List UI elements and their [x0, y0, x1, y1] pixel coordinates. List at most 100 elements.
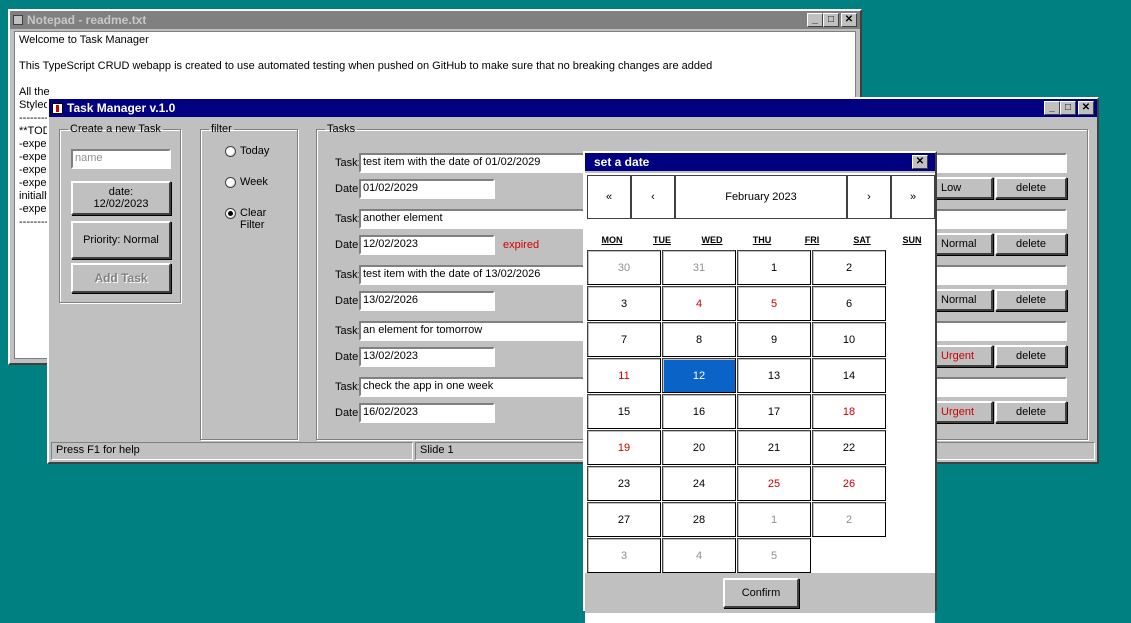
calendar-day[interactable]: 11	[587, 358, 661, 393]
prev-month-button[interactable]: ‹	[631, 175, 675, 219]
status-bar: Press F1 for help Slide 1	[51, 442, 1095, 460]
chevron-left-icon: ‹	[651, 191, 655, 203]
weekday-header: TUE	[653, 235, 671, 245]
task-name-input[interactable]: name	[71, 149, 171, 169]
minimize-icon[interactable]: _	[807, 13, 823, 27]
weekday-header: MON	[601, 235, 623, 245]
weekday-header: THU	[752, 235, 772, 245]
calendar-day[interactable]: 5	[737, 538, 811, 573]
filter-option-week[interactable]: Week	[225, 176, 268, 188]
weekday-header: WED	[701, 235, 723, 245]
task-name-placeholder: name	[75, 152, 103, 164]
filter-option-clear[interactable]: Clear Filter	[225, 207, 274, 231]
task-manager-window: Task Manager v.1.0 _ □ ✕ Create a new Ta…	[47, 97, 1099, 464]
maximize-icon[interactable]: □	[823, 13, 839, 27]
date-picker-titlebar[interactable]: set a date ✕	[585, 153, 935, 171]
task-priority-button[interactable]: Normal	[935, 289, 993, 311]
date-picker-title: set a date	[594, 155, 650, 169]
calendar-day[interactable]: 9	[737, 322, 811, 357]
calendar-day[interactable]: 5	[737, 286, 811, 321]
task-label: Task:	[335, 157, 361, 169]
calendar-day[interactable]: 16	[662, 394, 736, 429]
radio-selected-icon	[225, 208, 236, 219]
task-date-field[interactable]: 12/02/2023	[359, 235, 495, 255]
calendar-day[interactable]: 14	[812, 358, 886, 393]
task-priority-button[interactable]: Normal	[935, 233, 993, 255]
calendar-day[interactable]: 7	[587, 322, 661, 357]
calendar-day[interactable]: 2	[812, 250, 886, 285]
calendar-day[interactable]: 2	[812, 502, 886, 537]
add-task-button[interactable]: Add Task	[71, 263, 171, 293]
calendar-day[interactable]: 1	[737, 250, 811, 285]
delete-label: delete	[1016, 238, 1046, 250]
delete-task-button[interactable]: delete	[995, 289, 1067, 311]
calendar-day[interactable]: 19	[587, 430, 661, 465]
calendar-day-selected[interactable]: 12	[662, 358, 736, 393]
notepad-line: Welcome to Task Manager	[19, 34, 149, 46]
task-priority-label: Normal	[941, 238, 977, 250]
task-date-field[interactable]: 13/02/2026	[359, 291, 495, 311]
task-priority-button[interactable]: Urgent	[935, 345, 993, 367]
next-year-button[interactable]: »	[891, 175, 935, 219]
calendar-day[interactable]: 15	[587, 394, 661, 429]
close-icon[interactable]: ✕	[841, 13, 857, 27]
task-date-field[interactable]: 13/02/2023	[359, 347, 495, 367]
calendar-day[interactable]: 21	[737, 430, 811, 465]
calendar-day[interactable]: 26	[812, 466, 886, 501]
notepad-line	[19, 47, 851, 60]
task-priority-button[interactable]: Low	[935, 177, 993, 199]
minimize-icon[interactable]: _	[1044, 101, 1060, 115]
confirm-button[interactable]: Confirm	[723, 578, 799, 608]
calendar-day[interactable]: 27	[587, 502, 661, 537]
task-label: Task:	[335, 325, 361, 337]
calendar-day[interactable]: 6	[812, 286, 886, 321]
calendar-day[interactable]: 28	[662, 502, 736, 537]
task-priority-button[interactable]: Urgent	[935, 401, 993, 423]
close-icon[interactable]: ✕	[912, 155, 928, 169]
calendar-day[interactable]: 25	[737, 466, 811, 501]
delete-label: delete	[1016, 294, 1046, 306]
chevron-right-icon: ›	[867, 191, 871, 203]
notepad-line	[19, 73, 851, 86]
calendar-day[interactable]: 20	[662, 430, 736, 465]
calendar-day[interactable]: 3	[587, 286, 661, 321]
maximize-icon[interactable]: □	[1060, 101, 1076, 115]
task-priority-label: Urgent	[941, 406, 975, 418]
priority-button[interactable]: Priority: Normal	[71, 221, 171, 259]
task-manager-titlebar[interactable]: Task Manager v.1.0 _ □ ✕	[49, 99, 1097, 117]
calendar-day[interactable]: 4	[662, 286, 736, 321]
calendar-day[interactable]: 24	[662, 466, 736, 501]
delete-task-button[interactable]: delete	[995, 233, 1067, 255]
filter-clear-label: Clear Filter	[240, 207, 267, 231]
notepad-titlebar[interactable]: Notepad - readme.txt _ □ ✕	[10, 11, 860, 29]
next-month-button[interactable]: ›	[847, 175, 891, 219]
task-label: Task:	[335, 269, 361, 281]
month-label[interactable]: February 2023	[675, 175, 847, 219]
calendar-day[interactable]: 23	[587, 466, 661, 501]
calendar-day[interactable]: 13	[737, 358, 811, 393]
delete-task-button[interactable]: delete	[995, 345, 1067, 367]
calendar-day[interactable]: 8	[662, 322, 736, 357]
app-title: Task Manager v.1.0	[67, 101, 176, 115]
delete-task-button[interactable]: delete	[995, 401, 1067, 423]
task-date-field[interactable]: 01/02/2029	[359, 179, 495, 199]
calendar-day[interactable]: 31	[662, 250, 736, 285]
task-date-field[interactable]: 16/02/2023	[359, 403, 495, 423]
date-picker-button[interactable]: date: 12/02/2023	[71, 181, 171, 215]
calendar-day[interactable]: 18	[812, 394, 886, 429]
app-icon	[52, 102, 63, 114]
calendar-day[interactable]: 1	[737, 502, 811, 537]
prev-year-button[interactable]: «	[587, 175, 631, 219]
calendar-day[interactable]: 10	[812, 322, 886, 357]
date-label: Date:	[335, 407, 362, 419]
delete-task-button[interactable]: delete	[995, 177, 1067, 199]
filter-legend: filter	[211, 123, 232, 135]
calendar-day[interactable]: 3	[587, 538, 661, 573]
calendar-day[interactable]: 17	[737, 394, 811, 429]
close-icon[interactable]: ✕	[1078, 101, 1094, 115]
filter-week-label: Week	[240, 176, 268, 188]
calendar-day[interactable]: 30	[587, 250, 661, 285]
calendar-day[interactable]: 22	[812, 430, 886, 465]
calendar-day[interactable]: 4	[662, 538, 736, 573]
filter-option-today[interactable]: Today	[225, 145, 269, 157]
